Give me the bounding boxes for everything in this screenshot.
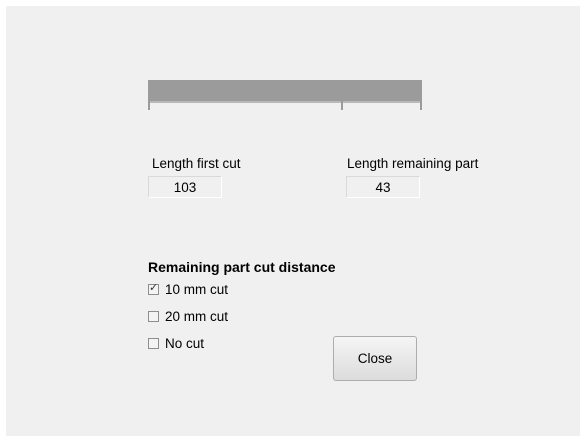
material-bar-baseline (148, 101, 422, 103)
option-10mm[interactable]: 10 mm cut (148, 281, 229, 297)
cut-distance-heading: Remaining part cut distance (148, 259, 336, 275)
remaining-part-value[interactable]: 43 (346, 176, 420, 198)
remaining-part-label: Length remaining part (347, 156, 479, 171)
first-cut-label: Length first cut (152, 156, 241, 171)
option-20mm[interactable]: 20 mm cut (148, 309, 228, 324)
checkbox-20mm[interactable] (148, 311, 159, 322)
option-no-cut-label: No cut (165, 336, 205, 351)
material-bar (148, 80, 422, 101)
dialog-panel (6, 6, 580, 436)
cut-position-tick (341, 101, 343, 110)
bar-end-tick (420, 101, 422, 110)
first-cut-value[interactable]: 103 (148, 176, 222, 198)
checkbox-no-cut[interactable] (148, 338, 159, 349)
option-10mm-label: 10 mm cut (165, 282, 229, 297)
option-20mm-label: 20 mm cut (165, 309, 229, 324)
option-no-cut[interactable]: No cut (148, 336, 204, 351)
checkbox-10mm[interactable] (148, 281, 159, 295)
bar-start-tick (148, 101, 150, 110)
close-button[interactable]: Close (333, 336, 417, 381)
